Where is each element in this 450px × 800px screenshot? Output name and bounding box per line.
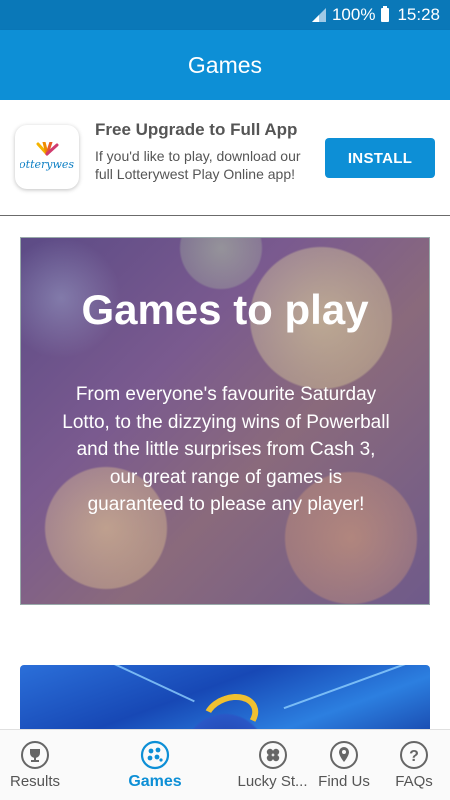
nav-label-faqs: FAQs	[395, 773, 433, 790]
nav-label-results: Results	[9, 773, 61, 790]
nav-item-lucky-stores[interactable]: Lucky St...	[235, 730, 310, 800]
lottery-balls-icon	[140, 740, 170, 770]
nav-item-results[interactable]: Results	[5, 730, 65, 800]
lightning-decoration	[283, 665, 407, 710]
nav-item-find-us[interactable]: Find Us	[315, 730, 373, 800]
nav-label-games: Games	[128, 773, 182, 790]
svg-text:?: ?	[409, 748, 419, 765]
games-to-play-banner[interactable]: Games to play From everyone's favourite …	[20, 237, 430, 605]
trophy-icon	[21, 741, 49, 769]
nav-label-lucky-stores: Lucky St...	[237, 773, 308, 790]
nav-label-find-us: Find Us	[318, 773, 370, 790]
nav-item-games[interactable]: Games	[120, 730, 190, 800]
lightning-decoration	[85, 665, 195, 703]
app-bar: Games	[0, 30, 450, 100]
upgrade-promo: lotterywest Free Upgrade to Full App If …	[0, 100, 450, 216]
svg-text:lotterywest: lotterywest	[20, 158, 74, 171]
hero-description: From everyone's favourite Saturday Lotto…	[62, 384, 390, 515]
clover-icon	[258, 741, 287, 769]
bottom-navigation: Results Games Lucky St... Find Us ? FAQs	[0, 729, 450, 800]
promo-title: Free Upgrade to Full App	[95, 120, 298, 139]
page-title: Games	[187, 51, 263, 78]
hero-title: Games to play	[81, 286, 369, 333]
map-pin-icon	[330, 741, 358, 769]
sun-rays-icon: lotterywest	[20, 142, 74, 171]
signal-icon	[311, 8, 326, 22]
clock: 15:28	[397, 5, 440, 24]
battery-icon	[381, 6, 390, 22]
install-button[interactable]: INSTALL	[325, 138, 435, 178]
status-bar: 100% 15:28	[0, 0, 450, 30]
promo-description: If you'd like to play, download our full…	[95, 148, 301, 182]
help-icon: ?	[400, 741, 428, 769]
battery-percent: 100%	[331, 5, 376, 24]
lotterywest-logo: lotterywest	[15, 125, 79, 189]
nav-item-faqs[interactable]: ? FAQs	[390, 730, 438, 800]
